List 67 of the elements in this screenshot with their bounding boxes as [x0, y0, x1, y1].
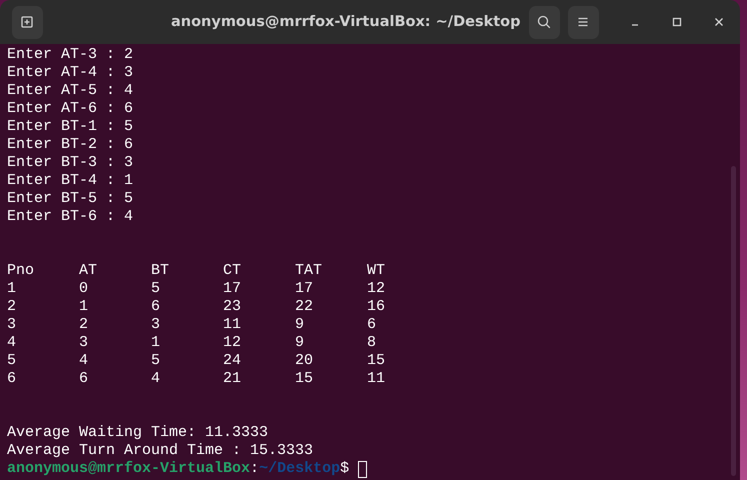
table-cell-text: 8 — [367, 334, 378, 352]
output-line: Average Waiting Time: 11.3333 — [7, 424, 270, 442]
output-line: Enter BT-3 : 3 — [7, 154, 134, 172]
output-line: Average Turn Around Time : 15.3333 — [7, 442, 314, 460]
table-cell-text: 17 — [223, 280, 242, 298]
table-cell-text: 3 — [7, 316, 18, 334]
table-cell-text: 1 — [7, 280, 18, 298]
search-icon — [537, 15, 552, 29]
table-cell-text: 5 — [151, 280, 162, 298]
table-cell-text: 12 — [367, 280, 386, 298]
table-cell-text: 16 — [367, 298, 386, 316]
output-line: Enter AT-4 : 3 — [7, 64, 134, 82]
table-cell-text: 4 — [151, 370, 162, 388]
table-cell-text: 5 — [151, 352, 162, 370]
column-header: CT — [223, 262, 242, 280]
plus-square-icon — [20, 15, 34, 29]
table-cell-text: 11 — [367, 370, 386, 388]
prompt-user-host: anonymous@mrrfox-VirtualBox — [7, 460, 250, 478]
table-cell-text: 23 — [223, 298, 242, 316]
output-line: Enter AT-3 : 2 — [7, 46, 134, 64]
table-cell-text: 11 — [223, 316, 242, 334]
column-header: TAT — [295, 262, 324, 280]
output-line: Enter BT-2 : 6 — [7, 136, 134, 154]
output-line: Enter BT-1 : 5 — [7, 118, 134, 136]
table-cell-text: 4 — [7, 334, 18, 352]
table-cell-text: 17 — [295, 280, 314, 298]
table-cell-text: 21 — [223, 370, 242, 388]
table-cell-text: 15 — [295, 370, 314, 388]
output-line: Enter BT-5 : 5 — [7, 190, 134, 208]
table-cell-text: 15 — [367, 352, 386, 370]
column-header: AT — [79, 262, 98, 280]
table-cell-text: 2 — [7, 298, 18, 316]
output-line: Enter AT-5 : 4 — [7, 82, 134, 100]
table-cell-text: 9 — [295, 334, 306, 352]
prompt-path: ~/Desktop — [259, 460, 340, 478]
prompt-separator: : — [250, 460, 260, 478]
column-header: BT — [151, 262, 170, 280]
prompt-symbol: $ — [340, 460, 350, 478]
menu-icon — [576, 15, 590, 29]
text-cursor — [358, 460, 368, 478]
table-cell-text: 6 — [7, 370, 18, 388]
table-cell-text: 24 — [223, 352, 242, 370]
table-cell-text: 1 — [151, 334, 162, 352]
output-line: Enter AT-6 : 6 — [7, 100, 134, 118]
menu-button[interactable] — [568, 6, 598, 38]
table-cell-text: 6 — [79, 370, 90, 388]
table-cell-text: 1 — [79, 298, 90, 316]
minimize-icon — [631, 24, 640, 26]
search-button[interactable] — [528, 6, 560, 38]
table-cell-text: 12 — [223, 334, 242, 352]
table-cell-text: 22 — [295, 298, 314, 316]
table-cell-text: 20 — [295, 352, 314, 370]
column-header: WT — [367, 262, 386, 280]
table-cell-text: 0 — [79, 280, 90, 298]
table-cell-text: 3 — [79, 334, 90, 352]
table-cell-text: 4 — [79, 352, 90, 370]
table-cell-text: 6 — [151, 298, 162, 316]
table-cell-text: 2 — [79, 316, 90, 334]
table-cell-text: 5 — [7, 352, 18, 370]
new-tab-button[interactable] — [12, 6, 43, 38]
table-cell-text: 3 — [151, 316, 162, 334]
table-cell-text: 9 — [295, 316, 306, 334]
column-header: Pno — [7, 262, 36, 280]
output-line: Enter BT-4 : 1 — [7, 172, 134, 190]
window-title: anonymous@mrrfox-VirtualBox: ~/Desktop — [170, 14, 521, 30]
output-line: Enter BT-6 : 4 — [7, 208, 134, 226]
table-cell-text: 6 — [367, 316, 378, 334]
